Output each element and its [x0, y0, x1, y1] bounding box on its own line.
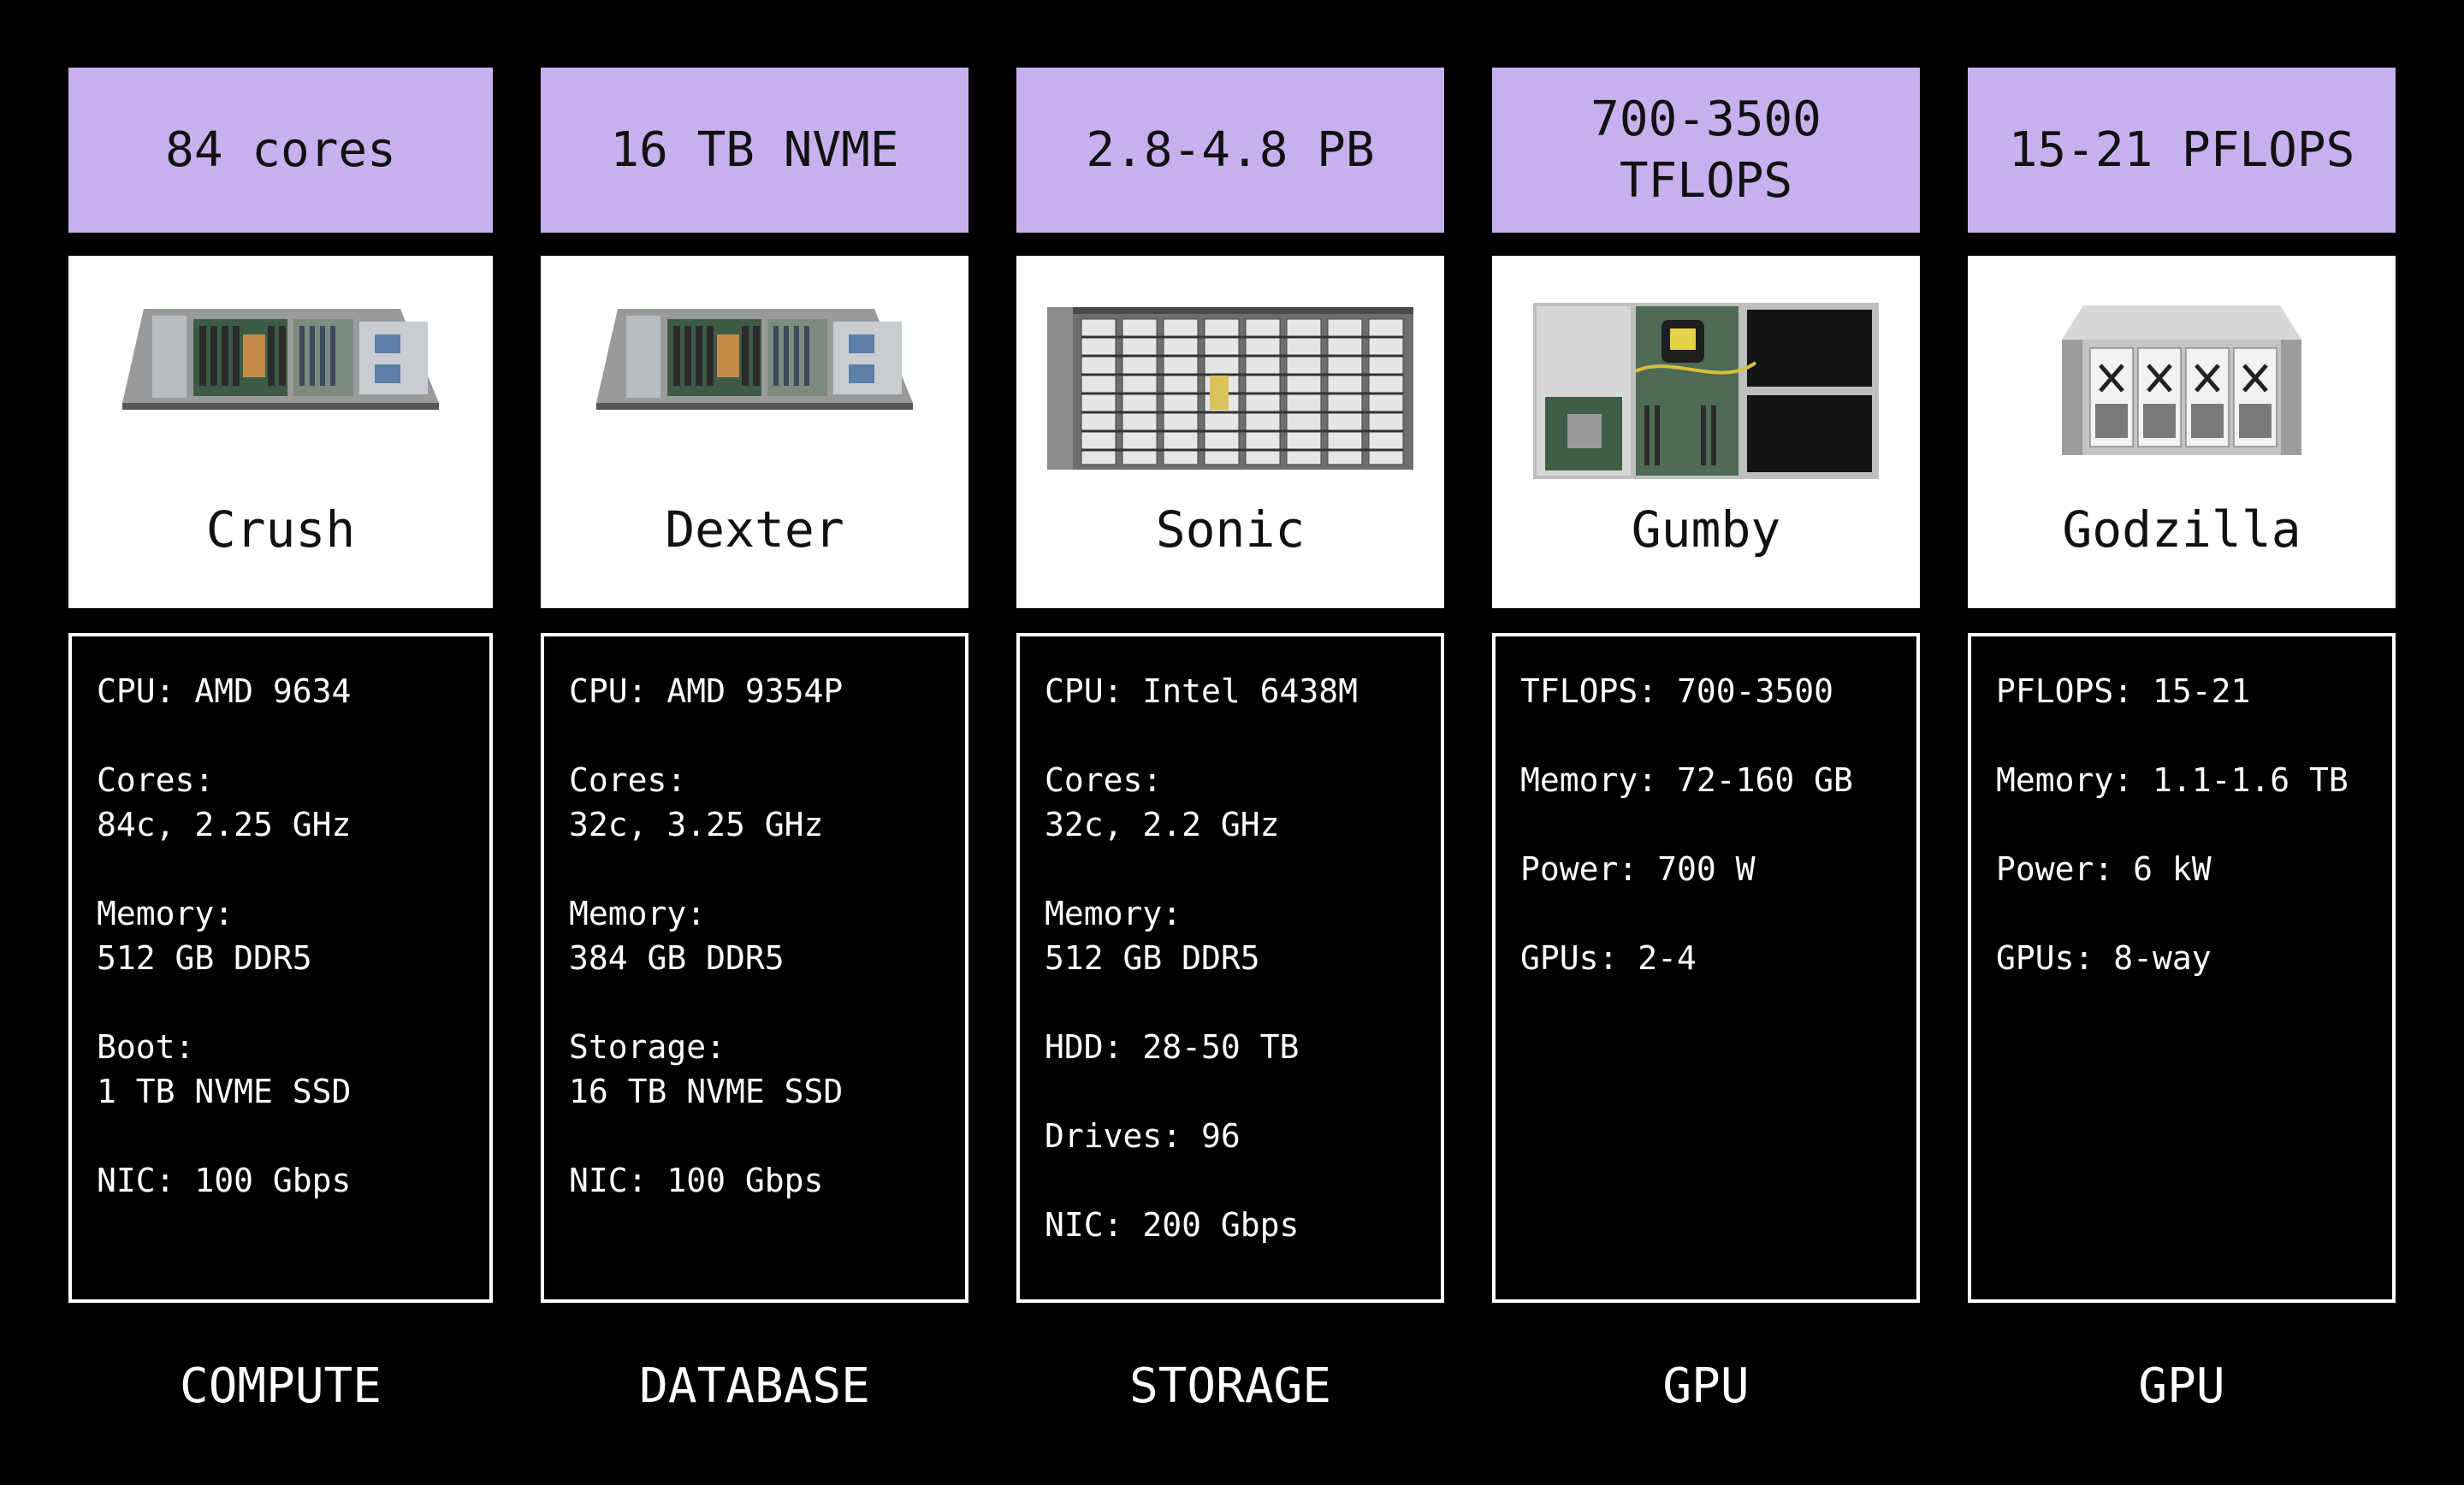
category-label: GPU	[2138, 1358, 2225, 1414]
spec-gap	[1520, 713, 1916, 758]
server-card: Dexter	[541, 256, 968, 608]
server-name: Sonic	[1155, 500, 1306, 559]
spec-line: Cores:	[569, 761, 687, 799]
spec-gap	[569, 980, 965, 1025]
headline-box: 15-21 PFLOPS	[1968, 68, 2396, 233]
spec-line: 512 GB DDR5	[1045, 939, 1260, 977]
server-name: Dexter	[665, 500, 844, 559]
spec-line: HDD: 28-50 TB	[1045, 1028, 1300, 1066]
headline-box: 84 cores	[68, 68, 493, 233]
spec-line: Memory:	[569, 895, 707, 932]
spec-line: Cores:	[97, 761, 215, 799]
spec-line: 512 GB DDR5	[97, 939, 312, 977]
spec-line: NIC: 100 Gbps	[97, 1162, 352, 1199]
server-card: Crush	[68, 256, 493, 608]
spec-line: CPU: AMD 9354P	[569, 672, 844, 710]
spec-line: NIC: 200 Gbps	[1045, 1206, 1300, 1244]
headline-box: 2.8-4.8 PB	[1016, 68, 1444, 233]
headline-text: 84 cores	[165, 121, 396, 178]
spec-line: GPUs: 2-4	[1520, 939, 1697, 977]
spec-line: 84c, 2.25 GHz	[97, 806, 352, 843]
server-card: Godzilla	[1968, 256, 2396, 608]
spec-gap	[97, 847, 489, 891]
column-dexter: 16 TB NVME Dexter CPU: AMD 9354P Cores: …	[541, 0, 968, 1485]
spec-line: 32c, 2.2 GHz	[1045, 806, 1280, 843]
category-label: GPU	[1662, 1358, 1750, 1414]
spec-gap	[97, 713, 489, 758]
spec-line: GPUs: 8-way	[1996, 939, 2212, 977]
spec-line: 384 GB DDR5	[569, 939, 785, 977]
spec-list: CPU: AMD 9354P Cores: 32c, 3.25 GHz Memo…	[569, 669, 965, 1203]
storage-chassis-icon	[1047, 307, 1413, 470]
spec-panel: CPU: AMD 9634 Cores: 84c, 2.25 GHz Memor…	[68, 633, 493, 1303]
spec-line: Storage:	[569, 1028, 726, 1066]
column-crush: 84 cores Crush CPU: AMD 9634 Cores: 84c,…	[68, 0, 493, 1485]
spec-line: Cores:	[1045, 761, 1163, 799]
spec-line: 32c, 3.25 GHz	[569, 806, 824, 843]
spec-line: 1 TB NVME SSD	[97, 1073, 352, 1110]
spec-panel: CPU: Intel 6438M Cores: 32c, 2.2 GHz Mem…	[1016, 633, 1444, 1303]
spec-line: Power: 6 kW	[1996, 850, 2212, 888]
spec-line: 16 TB NVME SSD	[569, 1073, 844, 1110]
spec-gap	[97, 980, 489, 1025]
server-card: Gumby	[1492, 256, 1920, 608]
headline-text: 16 TB NVME	[610, 121, 899, 178]
spec-line: CPU: AMD 9634	[97, 672, 352, 710]
server-name: Gumby	[1631, 500, 1781, 559]
spec-panel: CPU: AMD 9354P Cores: 32c, 3.25 GHz Memo…	[541, 633, 968, 1303]
column-godzilla: 15-21 PFLOPS Godzilla PFLOPS: 15-21 Memo…	[1968, 0, 2396, 1485]
gpu-server-icon	[1533, 303, 1879, 479]
rack-server-1u-icon	[596, 309, 913, 410]
category-label: STORAGE	[1128, 1358, 1331, 1414]
spec-gap	[1996, 802, 2392, 847]
server-name: Godzilla	[2062, 500, 2301, 559]
column-sonic: 2.8-4.8 PB Sonic CPU: Intel 6438M Cores:…	[1016, 0, 1444, 1485]
spec-line: Memory:	[97, 895, 234, 932]
column-gumby: 700-3500 TFLOPS Gumby TFLOPS: 700-3500 M…	[1492, 0, 1920, 1485]
spec-panel: TFLOPS: 700-3500 Memory: 72-160 GB Power…	[1492, 633, 1920, 1303]
spec-line: Power: 700 W	[1520, 850, 1756, 888]
headline-text: 15-21 PFLOPS	[2008, 121, 2355, 178]
spec-gap	[1996, 713, 2392, 758]
spec-line: Memory: 1.1-1.6 TB	[1996, 761, 2348, 799]
gpu-chassis-icon	[2062, 305, 2301, 455]
headline-box: 700-3500 TFLOPS	[1492, 68, 1920, 233]
spec-gap	[1520, 891, 1916, 936]
spec-gap	[1045, 1158, 1441, 1203]
spec-gap	[569, 713, 965, 758]
spec-gap	[1045, 980, 1441, 1025]
spec-line: Memory: 72-160 GB	[1520, 761, 1853, 799]
spec-list: PFLOPS: 15-21 Memory: 1.1-1.6 TB Power: …	[1996, 669, 2392, 980]
spec-gap	[1045, 847, 1441, 891]
spec-panel: PFLOPS: 15-21 Memory: 1.1-1.6 TB Power: …	[1968, 633, 2396, 1303]
headline-text: 2.8-4.8 PB	[1086, 121, 1375, 178]
spec-line: CPU: Intel 6438M	[1045, 672, 1359, 710]
spec-gap	[1045, 713, 1441, 758]
spec-gap	[1520, 802, 1916, 847]
spec-list: CPU: Intel 6438M Cores: 32c, 2.2 GHz Mem…	[1045, 669, 1441, 1247]
spec-gap	[569, 1114, 965, 1158]
spec-gap	[569, 847, 965, 891]
headline-text: 700-3500 TFLOPS	[1590, 91, 1821, 209]
spec-list: TFLOPS: 700-3500 Memory: 72-160 GB Power…	[1520, 669, 1916, 980]
server-name: Crush	[205, 500, 356, 559]
rack-server-1u-icon	[122, 309, 439, 410]
spec-line: Memory:	[1045, 895, 1182, 932]
spec-gap	[1045, 1069, 1441, 1114]
spec-line: Boot:	[97, 1028, 195, 1066]
spec-line: Drives: 96	[1045, 1117, 1241, 1155]
spec-line: NIC: 100 Gbps	[569, 1162, 824, 1199]
server-card: Sonic	[1016, 256, 1444, 608]
category-label: DATABASE	[639, 1358, 870, 1414]
spec-line: PFLOPS: 15-21	[1996, 672, 2251, 710]
spec-gap	[97, 1114, 489, 1158]
spec-line: TFLOPS: 700-3500	[1520, 672, 1834, 710]
headline-box: 16 TB NVME	[541, 68, 968, 233]
spec-list: CPU: AMD 9634 Cores: 84c, 2.25 GHz Memor…	[97, 669, 489, 1203]
spec-gap	[1996, 891, 2392, 936]
category-label: COMPUTE	[179, 1358, 382, 1414]
